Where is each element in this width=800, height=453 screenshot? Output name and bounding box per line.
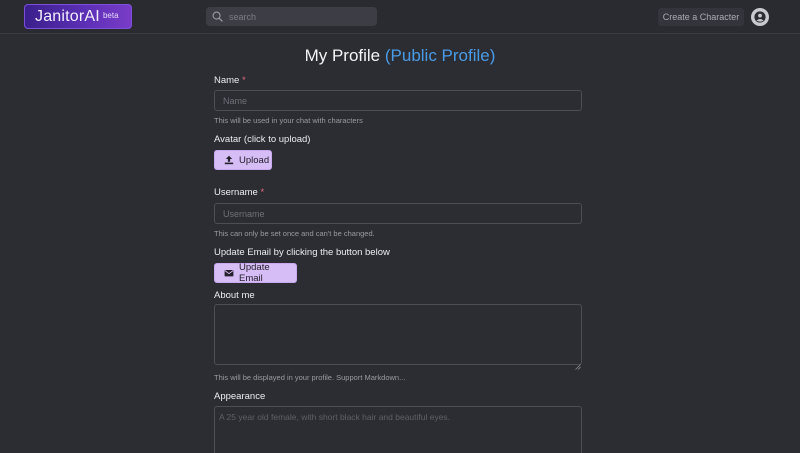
user-circle-icon (754, 11, 766, 23)
update-email-label: Update Email by clicking the button belo… (214, 247, 390, 258)
update-email-button-label: Update Email (239, 262, 270, 284)
username-required-mark: * (260, 187, 265, 198)
name-label-text: Name (214, 75, 240, 86)
janitorai-logo[interactable]: JanitorAI beta (24, 4, 132, 29)
name-input[interactable] (214, 90, 582, 111)
search-bar[interactable] (206, 7, 377, 26)
logo-text: JanitorAI (35, 7, 100, 25)
search-icon (212, 11, 224, 23)
upload-avatar-button[interactable]: Upload (214, 150, 272, 170)
name-help-text: This will be used in your chat with char… (214, 116, 363, 125)
appearance-label: Appearance (214, 391, 266, 402)
textarea-resize-grip[interactable] (575, 357, 581, 370)
upload-icon (224, 155, 234, 165)
name-label: Name * (214, 75, 246, 86)
top-navbar: JanitorAI beta Create a Character (0, 0, 800, 34)
upload-button-label: Upload (239, 154, 270, 166)
about-me-textarea[interactable] (214, 304, 582, 365)
name-required-mark: * (241, 75, 246, 86)
envelope-icon (224, 268, 234, 278)
about-me-help-text: This will be displayed in your profile. … (214, 373, 406, 382)
public-profile-link[interactable]: (Public Profile) (385, 46, 496, 65)
create-character-button[interactable]: Create a Character (658, 8, 744, 26)
logo-beta-badge: beta (102, 10, 119, 20)
search-input[interactable] (229, 11, 369, 22)
page-title-text: My Profile (304, 46, 381, 65)
page-title: My Profile (Public Profile) (0, 46, 800, 66)
avatar-label: Avatar (click to upload) (214, 134, 311, 145)
update-email-button[interactable]: Update Email (214, 262, 297, 284)
username-input[interactable] (214, 203, 582, 224)
username-help-text: This can only be set once and can't be c… (214, 229, 375, 238)
about-me-label: About me (214, 290, 255, 301)
user-avatar[interactable] (751, 8, 769, 26)
username-label-text: Username (214, 187, 258, 198)
appearance-textarea[interactable] (214, 406, 582, 453)
username-label: Username * (214, 187, 264, 198)
